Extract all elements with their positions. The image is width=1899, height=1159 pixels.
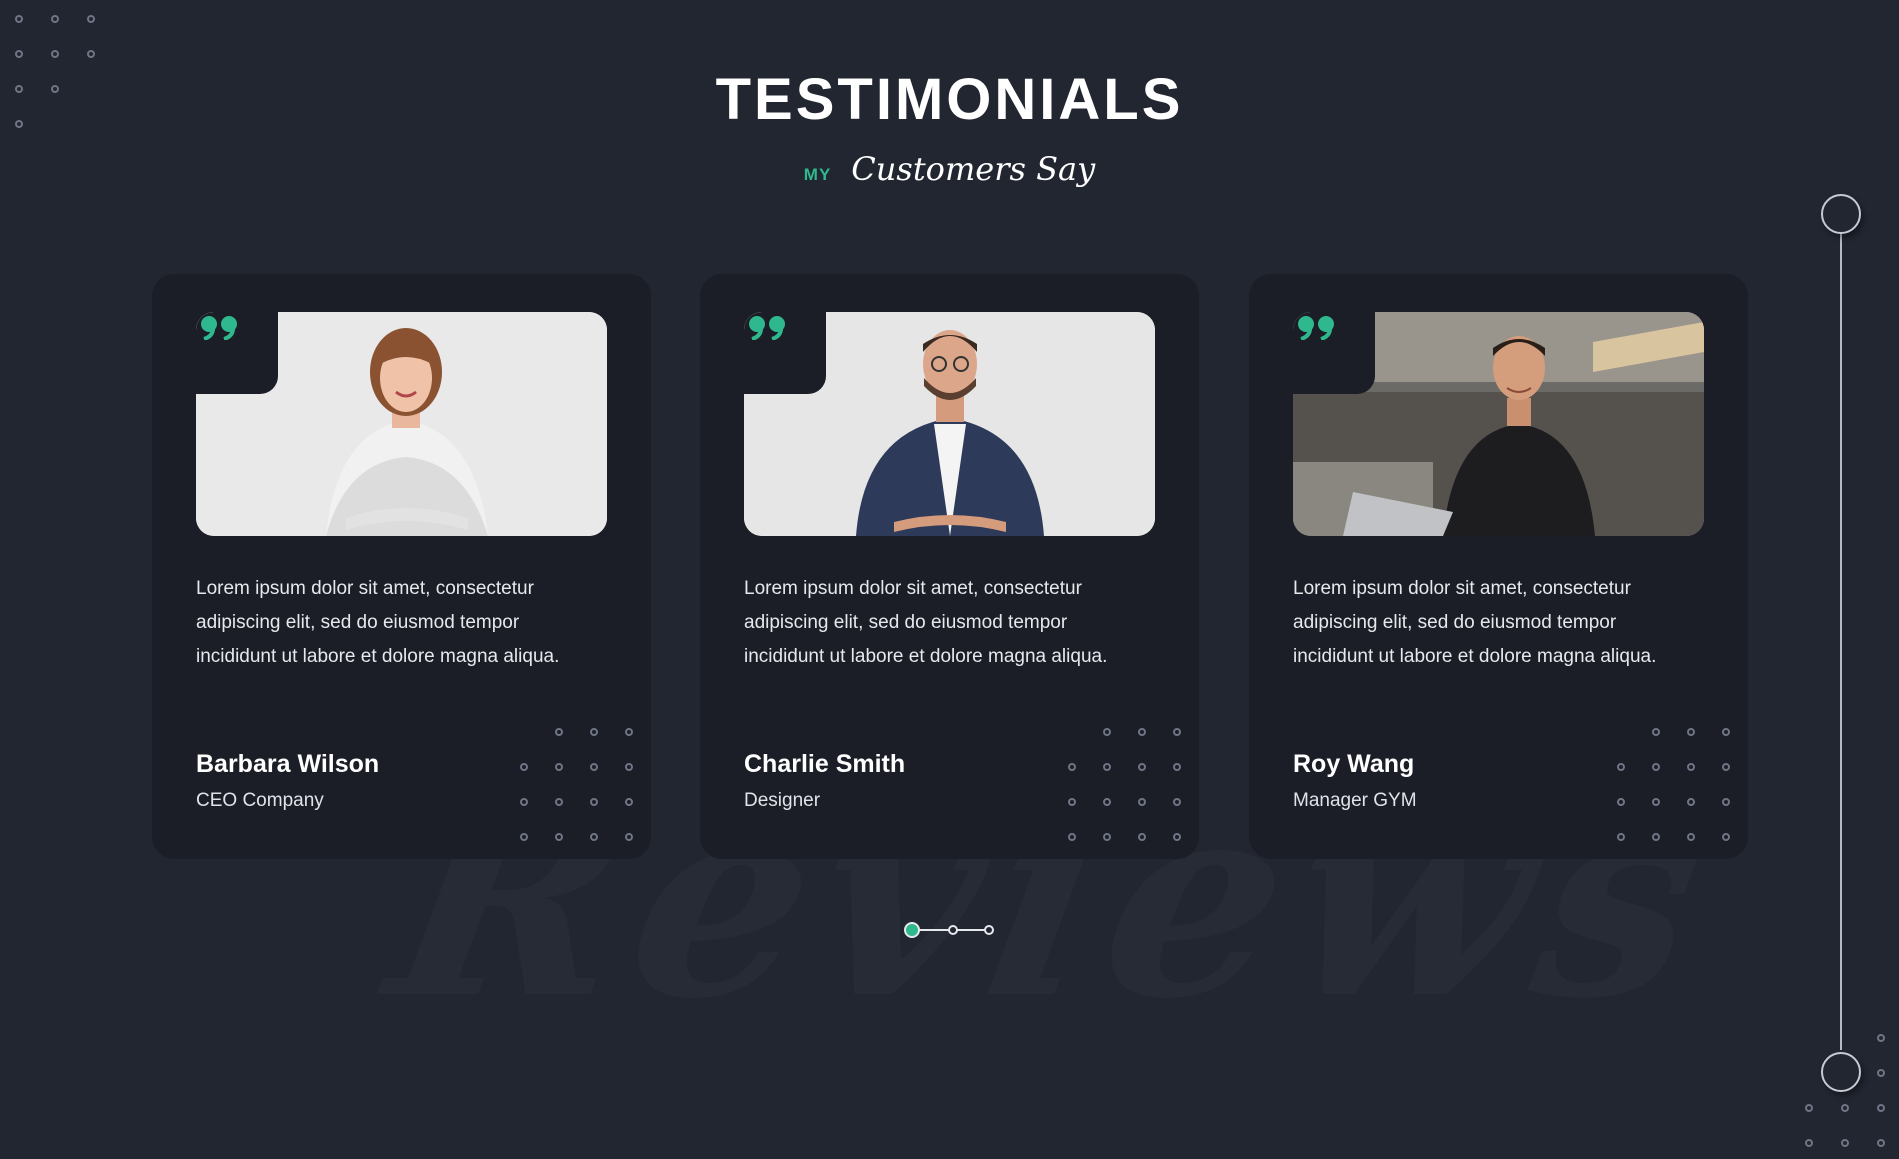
testimonials-section: Reviews TESTIMONIALS MY Customers Say Lo… xyxy=(0,0,1899,1159)
testimonial-text: Lorem ipsum dolor sit amet, consectetur … xyxy=(1293,578,1657,667)
testimonial-photo xyxy=(744,312,1155,536)
testimonial-name: Charlie Smith xyxy=(744,750,906,778)
pagination-dot-2[interactable] xyxy=(948,925,958,935)
testimonial-text: Lorem ipsum dolor sit amet, consectetur … xyxy=(196,578,560,667)
pagination-dot-3[interactable] xyxy=(984,925,994,935)
pagination-dot-1-active[interactable] xyxy=(904,922,920,938)
subtitle-prefix: MY xyxy=(803,165,832,184)
testimonial-card: Lorem ipsum dolor sit amet, consectetur … xyxy=(1249,274,1748,859)
testimonial-card: Lorem ipsum dolor sit amet, consectetur … xyxy=(152,274,651,859)
testimonial-name: Roy Wang xyxy=(1293,750,1415,778)
carousel-pagination xyxy=(904,920,996,940)
decorative-dots-bottom-right xyxy=(1805,1034,1885,1147)
testimonial-role: CEO Company xyxy=(196,790,324,811)
quote-icon xyxy=(749,316,785,340)
testimonial-name: Barbara Wilson xyxy=(196,750,380,778)
testimonial-text: Lorem ipsum dolor sit amet, consectetur … xyxy=(744,578,1108,667)
vertical-slider-knob-top[interactable] xyxy=(1821,194,1861,234)
subtitle-script: Customers Say xyxy=(851,150,1096,188)
testimonial-role: Designer xyxy=(744,790,821,811)
testimonial-photo xyxy=(1293,312,1704,536)
quote-icon xyxy=(1298,316,1334,340)
vertical-slider-track xyxy=(1840,232,1842,1050)
decorative-dots xyxy=(520,728,633,841)
testimonial-card: Lorem ipsum dolor sit amet, consectetur … xyxy=(700,274,1199,859)
pagination-connector xyxy=(956,929,986,931)
testimonial-photo xyxy=(196,312,607,536)
decorative-dots xyxy=(1617,728,1730,841)
section-subtitle: MY Customers Say xyxy=(0,150,1899,188)
quote-icon xyxy=(201,316,237,340)
pagination-connector xyxy=(918,929,950,931)
section-title: TESTIMONIALS xyxy=(715,67,1184,132)
decorative-dots xyxy=(1068,728,1181,841)
testimonial-role: Manager GYM xyxy=(1293,790,1417,811)
